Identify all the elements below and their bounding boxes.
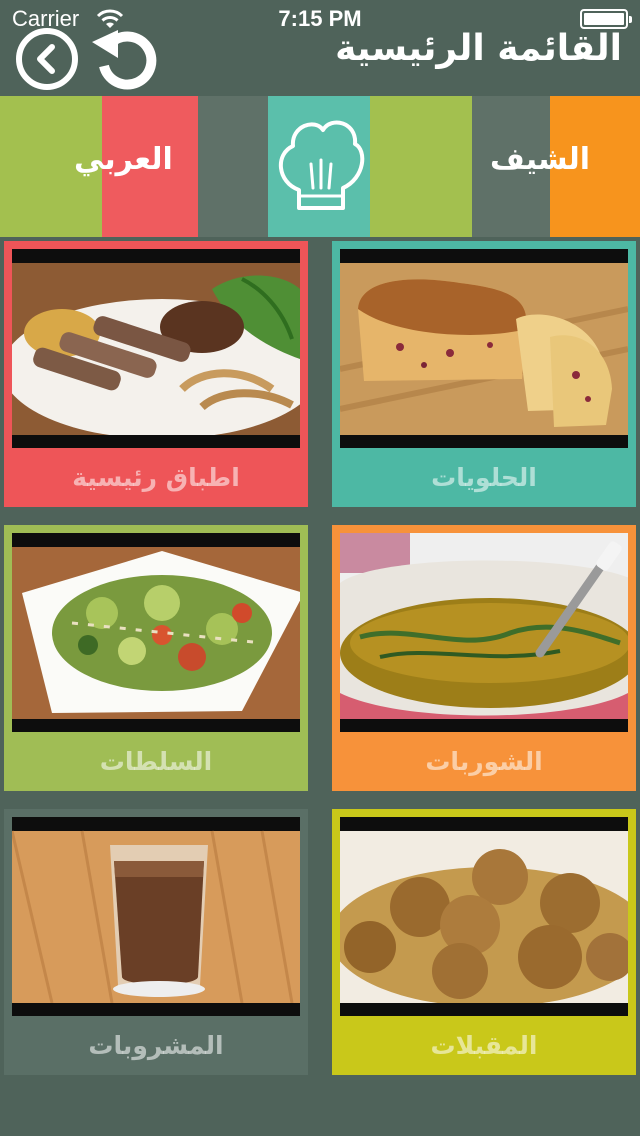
tile-label: الشوربات	[425, 747, 543, 776]
banner-label-arabic[interactable]: العربي	[74, 142, 173, 177]
banner-block	[198, 96, 268, 237]
category-tile-drinks[interactable]: المشروبات	[4, 809, 308, 1075]
category-tile-salads[interactable]: السلطات	[4, 525, 308, 791]
chevron-left-icon	[37, 44, 55, 74]
back-button[interactable]	[16, 28, 78, 90]
tile-label: اطباق رئيسية	[72, 463, 240, 492]
salads-photo	[12, 533, 300, 732]
refresh-button[interactable]	[88, 26, 160, 92]
main-dishes-photo	[12, 249, 300, 448]
refresh-icon	[92, 30, 157, 90]
category-banner: العربي الشيف	[0, 96, 640, 237]
banner-block	[370, 96, 472, 237]
soups-photo	[340, 533, 628, 732]
chef-hat-icon	[278, 120, 365, 210]
tile-label: السلطات	[99, 747, 213, 776]
drinks-photo	[12, 817, 300, 1016]
chef-logo[interactable]	[268, 96, 370, 237]
tile-label: الحلويات	[431, 463, 537, 492]
category-tile-soups[interactable]: الشوربات	[332, 525, 636, 791]
appetizers-photo	[340, 817, 628, 1016]
banner-label-chef[interactable]: الشيف	[490, 142, 590, 177]
tile-label: المشروبات	[88, 1031, 224, 1060]
page-title: القائمة الرئيسية	[335, 28, 622, 69]
category-tile-desserts[interactable]: الحلويات	[332, 241, 636, 507]
tile-label: المقبلات	[430, 1031, 538, 1060]
category-tile-appetizers[interactable]: المقبلات	[332, 809, 636, 1075]
navigation-bar: القائمة الرئيسية	[0, 24, 640, 96]
desserts-photo	[340, 249, 628, 448]
category-tile-main-dishes[interactable]: اطباق رئيسية	[4, 241, 308, 507]
